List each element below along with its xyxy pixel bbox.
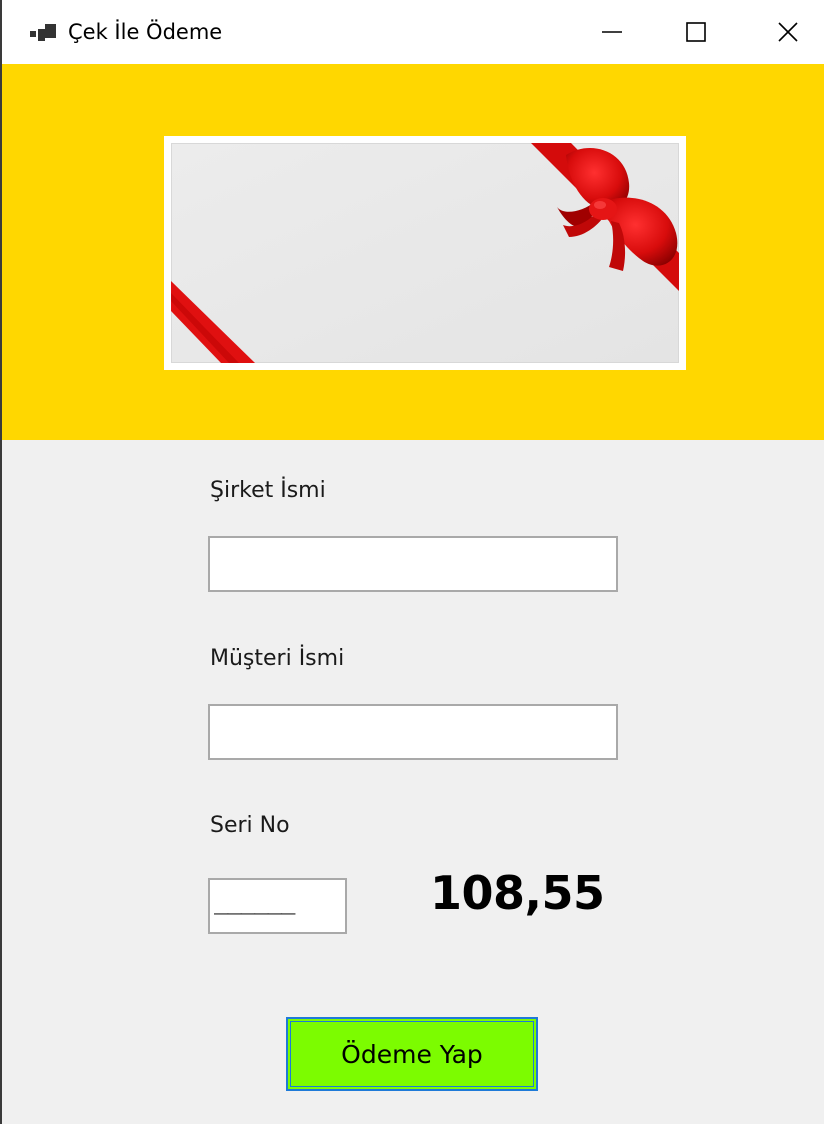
customer-name-label: Müşteri İsmi xyxy=(210,646,345,671)
maximize-button[interactable] xyxy=(650,0,742,64)
minimize-icon xyxy=(602,31,622,33)
serial-number-input[interactable] xyxy=(208,878,347,934)
customer-name-input[interactable] xyxy=(208,704,618,760)
minimize-button[interactable] xyxy=(566,0,658,64)
company-name-label: Şirket İsmi xyxy=(210,478,326,503)
serial-number-label: Seri No xyxy=(210,813,290,838)
gift-card-image xyxy=(164,136,686,370)
title-bar[interactable]: Çek İle Ödeme xyxy=(2,0,824,64)
close-button[interactable] xyxy=(742,0,824,64)
pay-button[interactable]: Ödeme Yap xyxy=(286,1017,538,1091)
gift-ribbon-icon xyxy=(170,142,680,364)
company-name-input[interactable] xyxy=(208,536,618,592)
window-title: Çek İle Ödeme xyxy=(68,20,223,44)
maximize-icon xyxy=(686,22,706,42)
payment-window: Çek İle Ödeme Şirket İsmi Müşteri İsmi S… xyxy=(0,0,824,1124)
amount-value: 108,55 xyxy=(430,866,605,920)
app-icon xyxy=(30,24,56,41)
header-banner xyxy=(2,64,824,440)
close-icon xyxy=(778,22,798,42)
